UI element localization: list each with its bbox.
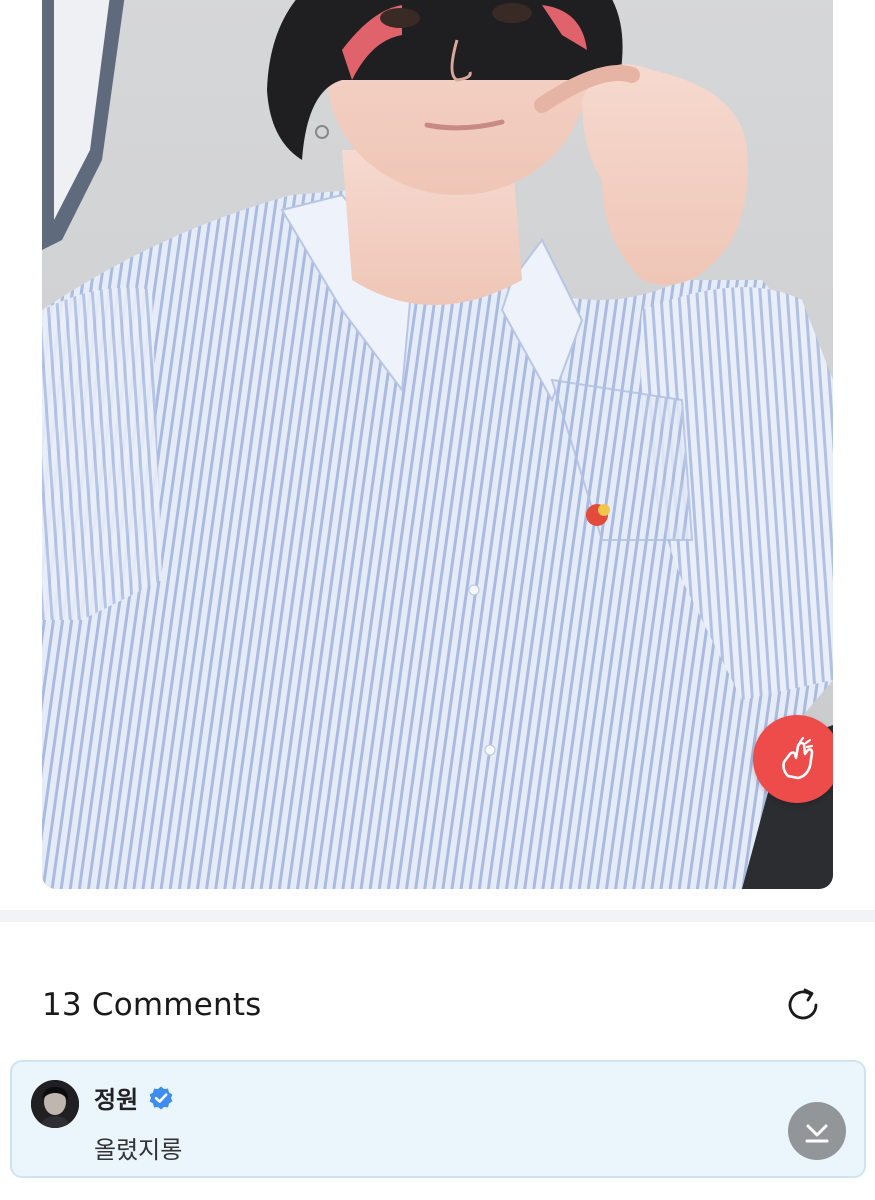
photo-image	[42, 0, 833, 889]
verified-badge-icon	[148, 1085, 174, 1111]
comment-item-highlighted[interactable]: 정원 올렸지롱	[10, 1060, 866, 1178]
comment-text: 올렸지롱	[94, 1136, 183, 1164]
comments-count-title: 13 Comments	[42, 987, 262, 1023]
comments-header: 13 Comments	[42, 975, 833, 1035]
author-name[interactable]: 정원	[94, 1080, 138, 1115]
post-page: 13 Comments 정원 올렸지롱	[0, 0, 875, 1200]
post-photo[interactable]	[42, 0, 833, 889]
section-divider	[0, 910, 875, 922]
refresh-comments-button[interactable]	[781, 983, 825, 1027]
finger-heart-reaction-button[interactable]	[753, 715, 833, 803]
avatar[interactable]	[31, 1080, 79, 1128]
finger-heart-icon	[782, 736, 814, 780]
scroll-to-bottom-icon	[805, 1124, 829, 1143]
comment-author: 정원	[94, 1080, 174, 1115]
refresh-icon	[788, 988, 818, 1020]
scroll-to-bottom-button[interactable]	[788, 1102, 846, 1160]
avatar-image	[31, 1080, 79, 1128]
